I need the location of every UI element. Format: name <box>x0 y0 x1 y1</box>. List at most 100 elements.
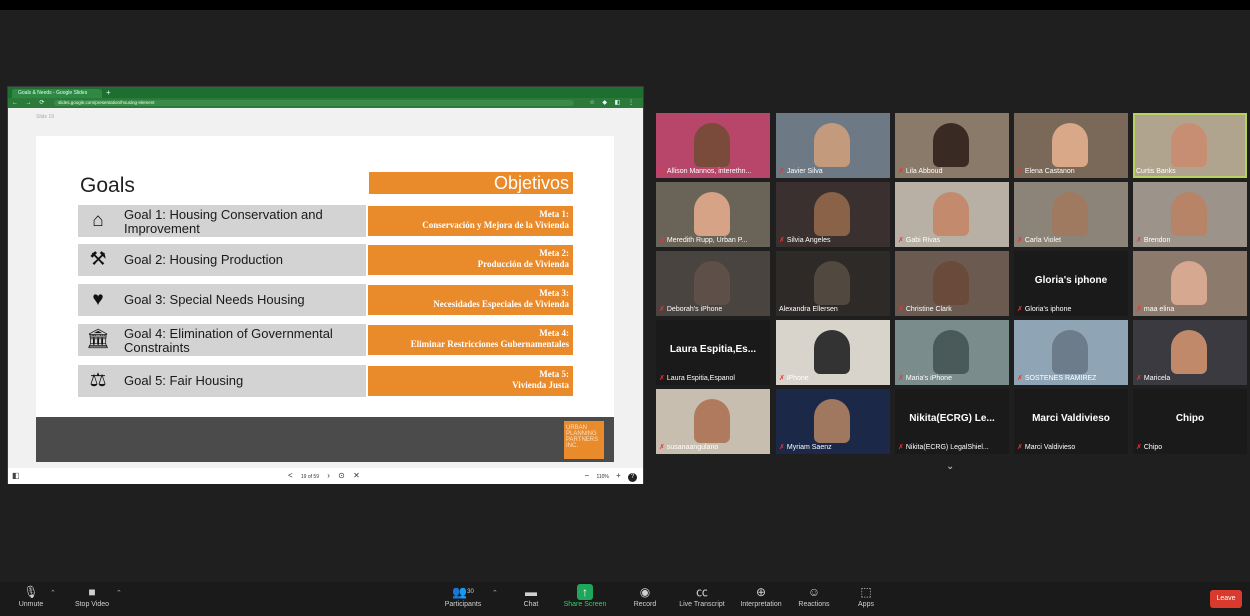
present-button[interactable]: ⊙ <box>338 471 345 480</box>
leave-button[interactable]: Leave <box>1210 590 1242 608</box>
zoom-in-button[interactable]: + <box>616 471 621 480</box>
goal-text: Goal 2: Housing Production <box>124 252 283 267</box>
chevron-down-icon[interactable]: ⌄ <box>946 461 954 472</box>
participant-tile[interactable]: ✗ Christine Clark <box>895 251 1009 316</box>
participant-name: ✗ Maricela <box>1136 374 1244 383</box>
unmute-button[interactable]: 🎙 Unmute <box>14 584 48 609</box>
participant-name-label: Alexandra Ellersen <box>779 306 838 313</box>
share-screen-label: Share Screen <box>563 601 607 608</box>
goal-spanish-box: Meta 4: Eliminar Restricciones Gubernamen… <box>368 325 573 355</box>
participant-name-label: Lila Abboud <box>905 168 943 175</box>
record-icon: ◉ <box>639 585 651 599</box>
participant-name: ✗ maa elina <box>1136 305 1244 314</box>
participant-tile[interactable]: ✗ maa elina <box>1133 251 1247 316</box>
prev-page-button[interactable]: < <box>288 471 293 480</box>
goal-row: 🏛 Goal 4: Elimination of Governmental Con… <box>78 324 573 356</box>
participant-name-label: Javier Silva <box>786 168 823 175</box>
participant-name: Curtis Banks <box>1136 167 1244 176</box>
participant-video <box>694 123 730 167</box>
chat-button[interactable]: ▬ Chat <box>518 584 544 609</box>
next-page-button[interactable]: › <box>327 471 330 480</box>
record-button[interactable]: ◉ Record <box>630 584 660 609</box>
participant-tile[interactable]: Laura Espitia,Es... ✗ Laura Espitia,Espano… <box>656 320 770 385</box>
participant-video <box>694 192 730 236</box>
participant-name: ✗ Chipo <box>1136 443 1244 452</box>
video-options-caret-icon[interactable]: ⌃ <box>116 589 122 597</box>
participants-button[interactable]: 👥30 Participants <box>440 584 486 609</box>
interpretation-button[interactable]: ⊕ Interpretation <box>736 584 786 609</box>
participant-tile[interactable]: ✗ Elena Castanon <box>1014 113 1128 178</box>
fair-housing-icon: ⚖ <box>89 370 107 391</box>
audio-options-caret-icon[interactable]: ⌃ <box>50 589 56 597</box>
participant-video <box>694 399 730 443</box>
participant-tile[interactable]: Alexandra Ellersen <box>776 251 890 316</box>
participant-name: ✗ Allison Mannos, interethn... <box>659 167 767 176</box>
participant-tile[interactable]: ✗ Maricela <box>1133 320 1247 385</box>
goal-spanish-box: Meta 1: Conservación y Mejora de la Vivie… <box>368 206 573 236</box>
participant-tile[interactable]: ✗ Allison Mannos, interethn... <box>656 113 770 178</box>
browser-extension-icons[interactable]: ☆ ◆ ◧ ⋮ <box>589 99 637 106</box>
participant-name-label: Maria's iPhone <box>905 375 952 382</box>
participant-tile[interactable]: ✗ Myriam Saenz <box>776 389 890 454</box>
participant-tile[interactable]: Chipo ✗ Chipo <box>1133 389 1247 454</box>
url-field[interactable]: slides.google.com/presentation/housing-e… <box>54 100 574 106</box>
participant-tile[interactable]: Nikita(ECRG) Le... ✗ Nikita(ECRG) LegalShi… <box>895 389 1009 454</box>
participant-display-name: Gloria's iphone <box>1034 275 1108 286</box>
mic-muted-icon: ✗ <box>1017 444 1023 451</box>
participant-tile[interactable]: ✗ Javier Silva <box>776 113 890 178</box>
participant-tile[interactable]: Gloria's iphone ✗ Gloria's iphone <box>1014 251 1128 316</box>
mic-muted-icon: ✗ <box>1017 375 1023 382</box>
participant-tile[interactable]: Marci Valdivieso ✗ Marci Valdivieso <box>1014 389 1128 454</box>
participant-tile[interactable]: ✗ Deborah's iPhone <box>656 251 770 316</box>
participant-name: ✗ SOSTENES RAMIREZ <box>1017 374 1125 383</box>
zoom-out-button[interactable]: − <box>585 471 590 480</box>
participant-tile[interactable]: Curtis Banks <box>1133 113 1247 178</box>
apps-icon: ⬚ <box>860 585 872 599</box>
goal-text: Goal 1: Housing Conservation and Improve… <box>124 207 323 236</box>
participant-tile[interactable]: ✗ SOSTENES RAMIREZ <box>1014 320 1128 385</box>
meta-text: Producción de Vivienda <box>477 259 569 269</box>
reactions-button[interactable]: ☺ Reactions <box>794 584 834 609</box>
participant-video <box>694 261 730 305</box>
mic-muted-icon: ✗ <box>898 444 904 451</box>
share-screen-button[interactable]: ↑ Share Screen <box>560 584 610 609</box>
participant-name-label: Chipo <box>1143 444 1163 451</box>
help-icon[interactable]: ? <box>628 473 637 482</box>
goal-row: ⌂ Goal 1: Housing Conservation and Improv… <box>78 205 573 237</box>
participant-tile[interactable]: ✗ Maria's iPhone <box>895 320 1009 385</box>
browser-address-bar: ← → ⟳ slides.google.com/presentation/hou… <box>8 98 643 108</box>
close-icon[interactable]: ✕ <box>353 471 360 480</box>
goal-text: Goal 3: Special Needs Housing <box>124 292 305 307</box>
participant-tile[interactable]: ✗ Silvia Angeles <box>776 182 890 247</box>
live-transcript-button[interactable]: ㏄ Live Transcript <box>674 584 730 609</box>
participant-video <box>1052 123 1088 167</box>
participant-tile[interactable]: ✗ iPhone <box>776 320 890 385</box>
goal-english-box: ♥ Goal 3: Special Needs Housing <box>78 284 366 316</box>
participant-tile[interactable]: ✗ Meredith Rupp, Urban P... <box>656 182 770 247</box>
slide-title: Goals <box>80 174 135 197</box>
participant-tile[interactable]: ✗ susanaangulano <box>656 389 770 454</box>
goal-english-box: ⚒ Goal 2: Housing Production <box>78 244 366 276</box>
participant-tile[interactable]: ✗ Lila Abboud <box>895 113 1009 178</box>
participant-name: ✗ Elena Castanon <box>1017 167 1125 176</box>
participant-video <box>814 123 850 167</box>
cc-icon: ㏄ <box>695 585 708 599</box>
browser-tab[interactable]: Goals & Needs - Google Slides <box>12 89 102 98</box>
mic-muted-icon: ✗ <box>898 375 904 382</box>
meta-text: Conservación y Mejora de la Vivienda <box>422 220 569 230</box>
goal-row: ⚒ Goal 2: Housing Production Meta 2: Produc… <box>78 244 573 276</box>
participant-tile[interactable]: ✗ Brendon <box>1133 182 1247 247</box>
mic-muted-icon: ✗ <box>1017 306 1023 313</box>
participant-tile[interactable]: ✗ Gabi Rivas <box>895 182 1009 247</box>
meta-text: Vivienda Justa <box>512 380 569 390</box>
browser-nav-icons[interactable]: ← → ⟳ <box>12 99 47 106</box>
stop-video-button[interactable]: ■ Stop Video <box>70 584 114 609</box>
chat-label: Chat <box>523 601 539 608</box>
sidebar-toggle-icon[interactable]: ◧ <box>12 471 20 480</box>
participant-name-label: Curtis Banks <box>1136 168 1176 175</box>
participants-caret-icon[interactable]: ⌃ <box>492 589 498 597</box>
new-tab-button[interactable]: + <box>106 88 111 97</box>
participant-tile[interactable]: ✗ Carla Violet <box>1014 182 1128 247</box>
apps-button[interactable]: ⬚ Apps <box>852 584 880 609</box>
record-label: Record <box>633 601 657 608</box>
